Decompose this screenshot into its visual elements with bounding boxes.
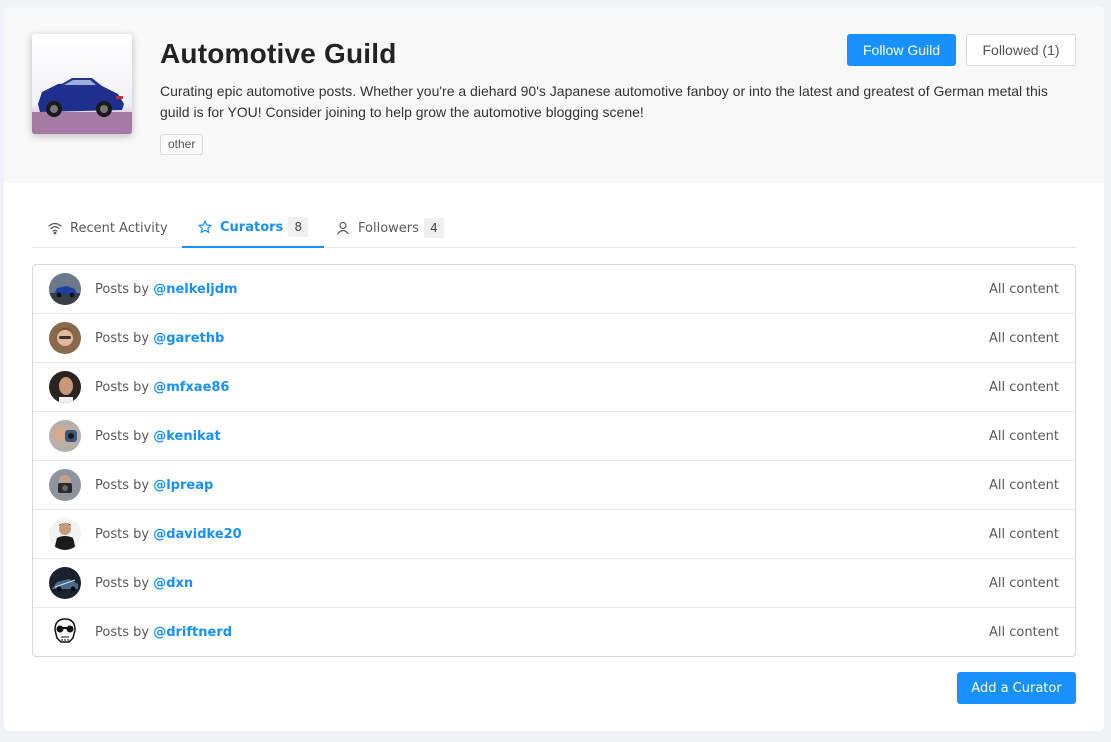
tab-label: Recent Activity	[70, 220, 168, 236]
content-scope: All content	[988, 429, 1059, 444]
posts-by-label: Posts by @davidke20	[95, 527, 242, 542]
tab-curators[interactable]: Curators 8	[182, 208, 325, 248]
content-scope: All content	[988, 282, 1059, 297]
posts-by-label: Posts by @garethb	[95, 331, 225, 346]
curator-handle[interactable]: @kenikat	[153, 429, 220, 444]
curator-handle[interactable]: @nelkeljdm	[153, 282, 237, 297]
curator-handle[interactable]: @garethb	[153, 331, 224, 346]
list-item: Posts by @davidke20 All content	[33, 510, 1075, 559]
list-item: Posts by @dxn All content	[33, 559, 1075, 608]
curator-handle[interactable]: @driftnerd	[153, 625, 232, 640]
list-item: Posts by @kenikat All content	[33, 412, 1075, 461]
avatar[interactable]	[49, 469, 81, 501]
star-icon	[198, 220, 212, 234]
content-scope: All content	[988, 527, 1059, 542]
avatar[interactable]	[49, 616, 81, 648]
guild-tag[interactable]: other	[160, 134, 204, 155]
tab-label: Curators	[220, 219, 284, 235]
avatar[interactable]	[49, 273, 81, 305]
guild-card: Automotive Guild Curating epic automotiv…	[4, 6, 1104, 731]
content-scope: All content	[988, 478, 1059, 493]
follow-guild-button[interactable]: Follow Guild	[847, 34, 956, 66]
guild-image	[32, 34, 132, 134]
avatar[interactable]	[49, 518, 81, 550]
tab-followers[interactable]: Followers 4	[336, 208, 444, 248]
guild-description: Curating epic automotive posts. Whether …	[160, 83, 1048, 120]
page-title: Automotive Guild	[160, 38, 397, 69]
curator-handle[interactable]: @mfxae86	[153, 380, 229, 395]
posts-by-label: Posts by @kenikat	[95, 429, 221, 444]
tab-label: Followers	[358, 220, 419, 236]
user-icon	[336, 221, 350, 235]
content-scope: All content	[988, 380, 1059, 395]
curators-list: Posts by @nelkeljdm All content Posts by…	[32, 264, 1076, 657]
list-item: Posts by @garethb All content	[33, 314, 1075, 363]
posts-by-label: Posts by @mfxae86	[95, 380, 230, 395]
posts-by-label: Posts by @driftnerd	[95, 625, 233, 640]
content-scope: All content	[988, 576, 1059, 591]
posts-by-label: Posts by @lpreap	[95, 478, 214, 493]
guild-header: Automotive Guild Curating epic automotiv…	[4, 6, 1104, 183]
followed-button[interactable]: Followed (1)	[966, 34, 1076, 66]
content-scope: All content	[988, 625, 1059, 640]
followers-count-badge: 4	[423, 218, 444, 238]
tab-bar: Recent Activity Curators 8 Followers 4	[32, 208, 1076, 248]
posts-by-label: Posts by @dxn	[95, 576, 194, 591]
avatar[interactable]	[49, 371, 81, 403]
avatar[interactable]	[49, 567, 81, 599]
posts-by-label: Posts by @nelkeljdm	[95, 282, 238, 297]
list-item: Posts by @mfxae86 All content	[33, 363, 1075, 412]
list-item: Posts by @nelkeljdm All content	[33, 265, 1075, 314]
content-scope: All content	[988, 331, 1059, 346]
curator-handle[interactable]: @lpreap	[153, 478, 213, 493]
avatar[interactable]	[49, 322, 81, 354]
curator-handle[interactable]: @davidke20	[153, 527, 242, 542]
add-curator-button[interactable]: Add a Curator	[957, 672, 1076, 704]
avatar[interactable]	[49, 420, 81, 452]
list-item: Posts by @driftnerd All content	[33, 608, 1075, 656]
curators-count-badge: 8	[288, 217, 309, 237]
curator-handle[interactable]: @dxn	[153, 576, 193, 591]
tab-recent-activity[interactable]: Recent Activity	[48, 208, 168, 248]
list-item: Posts by @lpreap All content	[33, 461, 1075, 510]
wifi-icon	[48, 221, 62, 235]
